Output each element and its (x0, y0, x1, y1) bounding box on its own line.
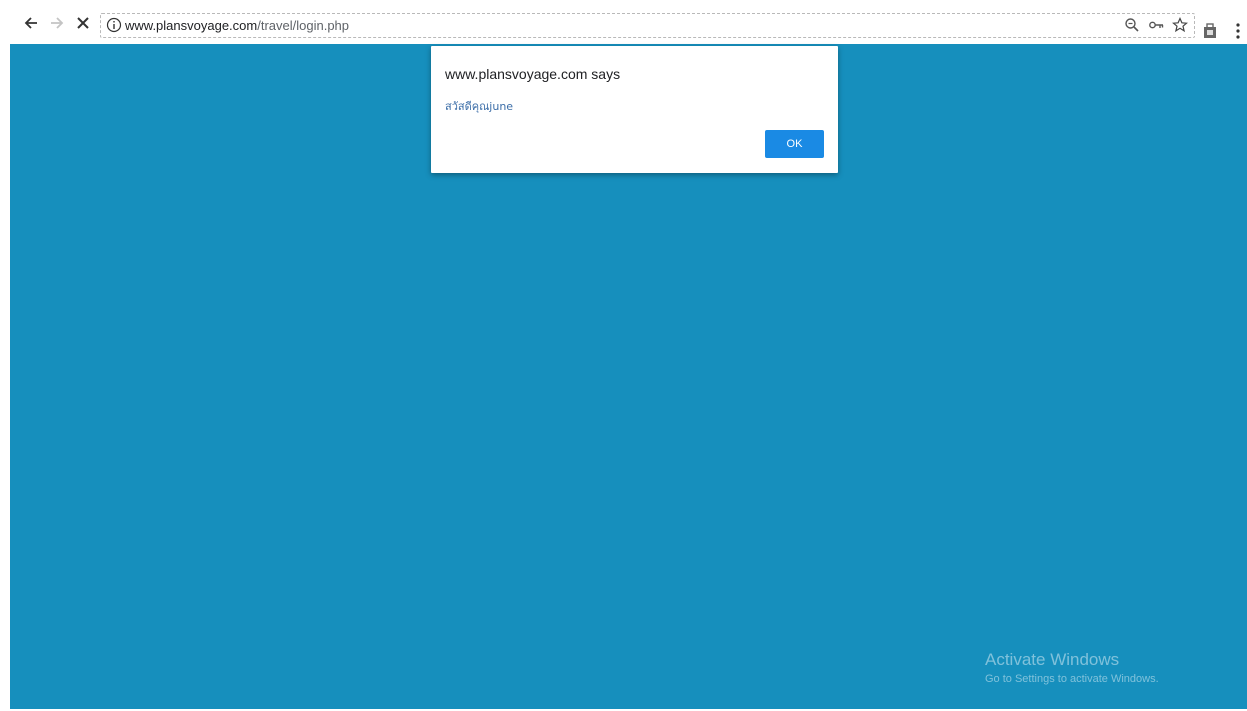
back-arrow-icon (24, 17, 37, 29)
url-path: /travel/login.php (257, 18, 350, 33)
watermark-title: Activate Windows (985, 650, 1120, 669)
activate-windows-watermark: Activate Windows Go to Settings to activ… (985, 650, 1159, 688)
url-text: www.plansvoyage.com/travel/login.php (125, 18, 349, 33)
address-bar-actions (1124, 17, 1188, 33)
site-info-icon[interactable] (106, 17, 122, 33)
dialog-title: www.plansvoyage.com says (445, 66, 621, 82)
forward-arrow-icon (51, 17, 64, 29)
kebab-menu-icon[interactable] (1234, 22, 1242, 40)
dialog-message: สวัสดีคุณjune (445, 100, 514, 113)
forward-button[interactable] (46, 12, 68, 34)
stop-loading-icon (77, 17, 89, 29)
zoom-icon[interactable] (1124, 17, 1140, 33)
watermark-subtitle: Go to Settings to activate Windows. (985, 673, 1159, 685)
back-button[interactable] (20, 12, 42, 34)
bookmark-star-icon[interactable] (1172, 17, 1188, 33)
address-bar[interactable]: www.plansvoyage.com/travel/login.php (100, 13, 1195, 38)
stop-button[interactable] (72, 12, 94, 34)
browser-toolbar: www.plansvoyage.com/travel/login.php (0, 0, 1247, 44)
ok-button[interactable]: OK (765, 130, 824, 158)
url-host: www.plansvoyage.com (125, 18, 258, 33)
password-key-icon[interactable] (1148, 17, 1164, 33)
extension-icon[interactable] (1202, 23, 1218, 39)
alert-dialog: www.plansvoyage.com says สวัสดีคุณjune O… (431, 46, 838, 173)
